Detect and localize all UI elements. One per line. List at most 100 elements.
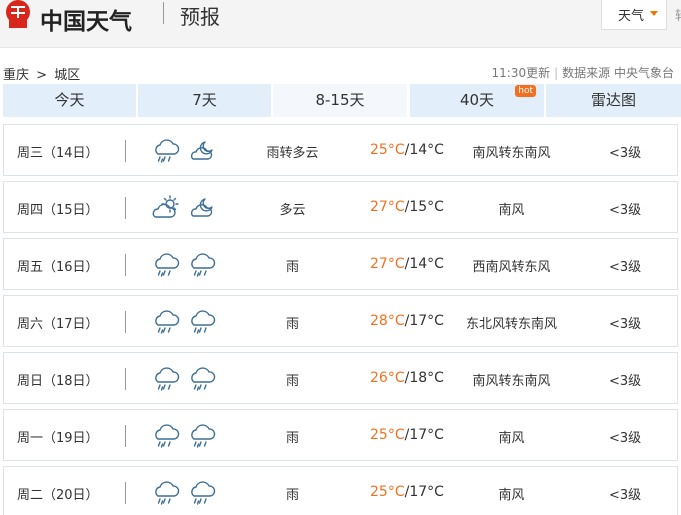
forecast-row: 周二（20日） 雨 25°C/17°C 南风 <3级 [3, 466, 678, 515]
rain-cloud-icon [151, 479, 181, 507]
forecast-day: 周日（18日） [17, 374, 99, 389]
breadcrumb-city[interactable]: 重庆 [3, 64, 29, 83]
site-header: 中国天气 预报 天气 转 [0, 0, 681, 48]
forecast-day: 周二（20日） [17, 488, 99, 503]
forecast-row: 周五（16日） 雨 27°C/14°C 西南风转东风 <3级 [3, 238, 678, 290]
row-divider [125, 425, 126, 447]
temp-low: 17°C [409, 484, 444, 500]
forecast-row: 周四（15日） 多云 27°C/15°C 南风 <3级 [3, 181, 678, 233]
row-divider [125, 197, 126, 219]
breadcrumb-district: 城区 [54, 68, 81, 83]
data-source: 数据来源 中央气象台 [562, 66, 674, 80]
temperature: 25°C/17°C [370, 484, 444, 500]
breadcrumb-separator: > [36, 68, 48, 83]
cloudy-night-icon [187, 137, 217, 165]
weather-text: 多云 [279, 203, 306, 218]
weather-text: 雨 [285, 260, 299, 275]
rain-cloud-icon [151, 251, 181, 279]
sun-cloud-icon [151, 194, 181, 222]
wind-level: <3级 [609, 488, 642, 503]
forecast-row: 周三（14日） 雨转多云 25°C/14°C 南风转东南风 <3级 [3, 124, 678, 176]
temperature: 25°C/17°C [370, 427, 444, 443]
rain-cloud-icon [151, 308, 181, 336]
wind-level: <3级 [609, 317, 642, 332]
temp-high: 26°C [370, 370, 405, 386]
temperature: 26°C/18°C [370, 370, 444, 386]
tab-label: 今天 [54, 91, 85, 109]
header-cut-text[interactable]: 转 [675, 5, 681, 24]
weather-text: 雨 [285, 431, 299, 446]
temp-high: 28°C [370, 313, 405, 329]
temperature: 25°C/14°C [370, 142, 444, 158]
forecast-row: 周一（19日） 雨 25°C/17°C 南风 <3级 [3, 409, 678, 461]
wind-level: <3级 [609, 203, 642, 218]
logo-seal-icon[interactable] [0, 0, 36, 30]
rain-cloud-icon [187, 479, 217, 507]
wind-direction: 南风 [498, 488, 525, 503]
row-divider [125, 140, 126, 162]
row-divider [125, 311, 126, 333]
temp-high: 25°C [370, 427, 405, 443]
row-divider [125, 368, 126, 390]
weather-dropdown-label: 天气 [618, 9, 645, 24]
rain-cloud-icon [187, 308, 217, 336]
temp-high: 27°C [370, 256, 405, 272]
forecast-row: 周六（17日） 雨 28°C/17°C 东北风转东南风 <3级 [3, 295, 678, 347]
temp-low: 17°C [409, 427, 444, 443]
row-divider [125, 482, 126, 504]
rain-cloud-icon [187, 251, 217, 279]
weather-text: 雨 [285, 317, 299, 332]
temp-high: 25°C [370, 142, 405, 158]
temp-low: 15°C [409, 199, 444, 215]
site-logo-text[interactable]: 中国天气 [40, 2, 132, 36]
wind-direction: 西南风转东风 [472, 260, 551, 275]
weather-dropdown[interactable]: 天气 [601, 0, 667, 30]
rain-cloud-icon [151, 137, 181, 165]
wind-direction: 南风转东南风 [472, 374, 551, 389]
tab-40-days[interactable]: 40天 hot [410, 84, 544, 117]
weather-text: 雨 [285, 488, 299, 503]
tab-label: 8-15天 [315, 91, 365, 109]
tab-label: 40天 [459, 91, 495, 109]
rain-cloud-icon [151, 422, 181, 450]
wind-level: <3级 [609, 374, 642, 389]
forecast-day: 周五（16日） [17, 260, 99, 275]
temp-low: 18°C [409, 370, 444, 386]
forecast-day: 周三（14日） [17, 146, 99, 161]
tab-label: 雷达图 [590, 91, 636, 109]
wind-level: <3级 [609, 431, 642, 446]
temperature: 28°C/17°C [370, 313, 444, 329]
wind-level: <3级 [609, 260, 642, 275]
breadcrumb: 重庆 > 城区 [3, 64, 80, 83]
hot-badge: hot [515, 85, 536, 97]
temp-low: 14°C [409, 256, 444, 272]
meta-separator: | [554, 66, 559, 80]
tab-radar[interactable]: 雷达图 [546, 84, 681, 117]
row-divider [125, 254, 126, 276]
forecast-tabs: 今天 7天 8-15天 40天 hot 雷达图 [3, 84, 681, 117]
wind-direction: 南风 [498, 203, 525, 218]
header-divider [163, 2, 164, 24]
forecast-day: 周六（17日） [17, 317, 99, 332]
tab-8-15-days[interactable]: 8-15天 [273, 84, 407, 117]
wind-direction: 南风转东南风 [472, 146, 551, 161]
forecast-day: 周四（15日） [17, 203, 99, 218]
update-time: 11:30更新 [491, 66, 551, 80]
rain-cloud-icon [187, 365, 217, 393]
temp-high: 27°C [370, 199, 405, 215]
weather-text: 雨转多云 [266, 146, 319, 161]
temp-high: 25°C [370, 484, 405, 500]
tab-today[interactable]: 今天 [3, 84, 136, 117]
forecast-day: 周一（19日） [17, 431, 99, 446]
temperature: 27°C/15°C [370, 199, 444, 215]
wind-level: <3级 [609, 146, 642, 161]
rain-cloud-icon [187, 422, 217, 450]
wind-direction: 东北风转东南风 [465, 317, 557, 332]
tab-7-days[interactable]: 7天 [138, 84, 271, 117]
weather-text: 雨 [285, 374, 299, 389]
temperature: 27°C/14°C [370, 256, 444, 272]
wind-direction: 南风 [498, 431, 525, 446]
forecast-row: 周日（18日） 雨 26°C/18°C 南风转东南风 <3级 [3, 352, 678, 404]
cloudy-night-icon [187, 194, 217, 222]
update-meta: 11:30更新 | 数据来源 中央气象台 [492, 64, 674, 81]
